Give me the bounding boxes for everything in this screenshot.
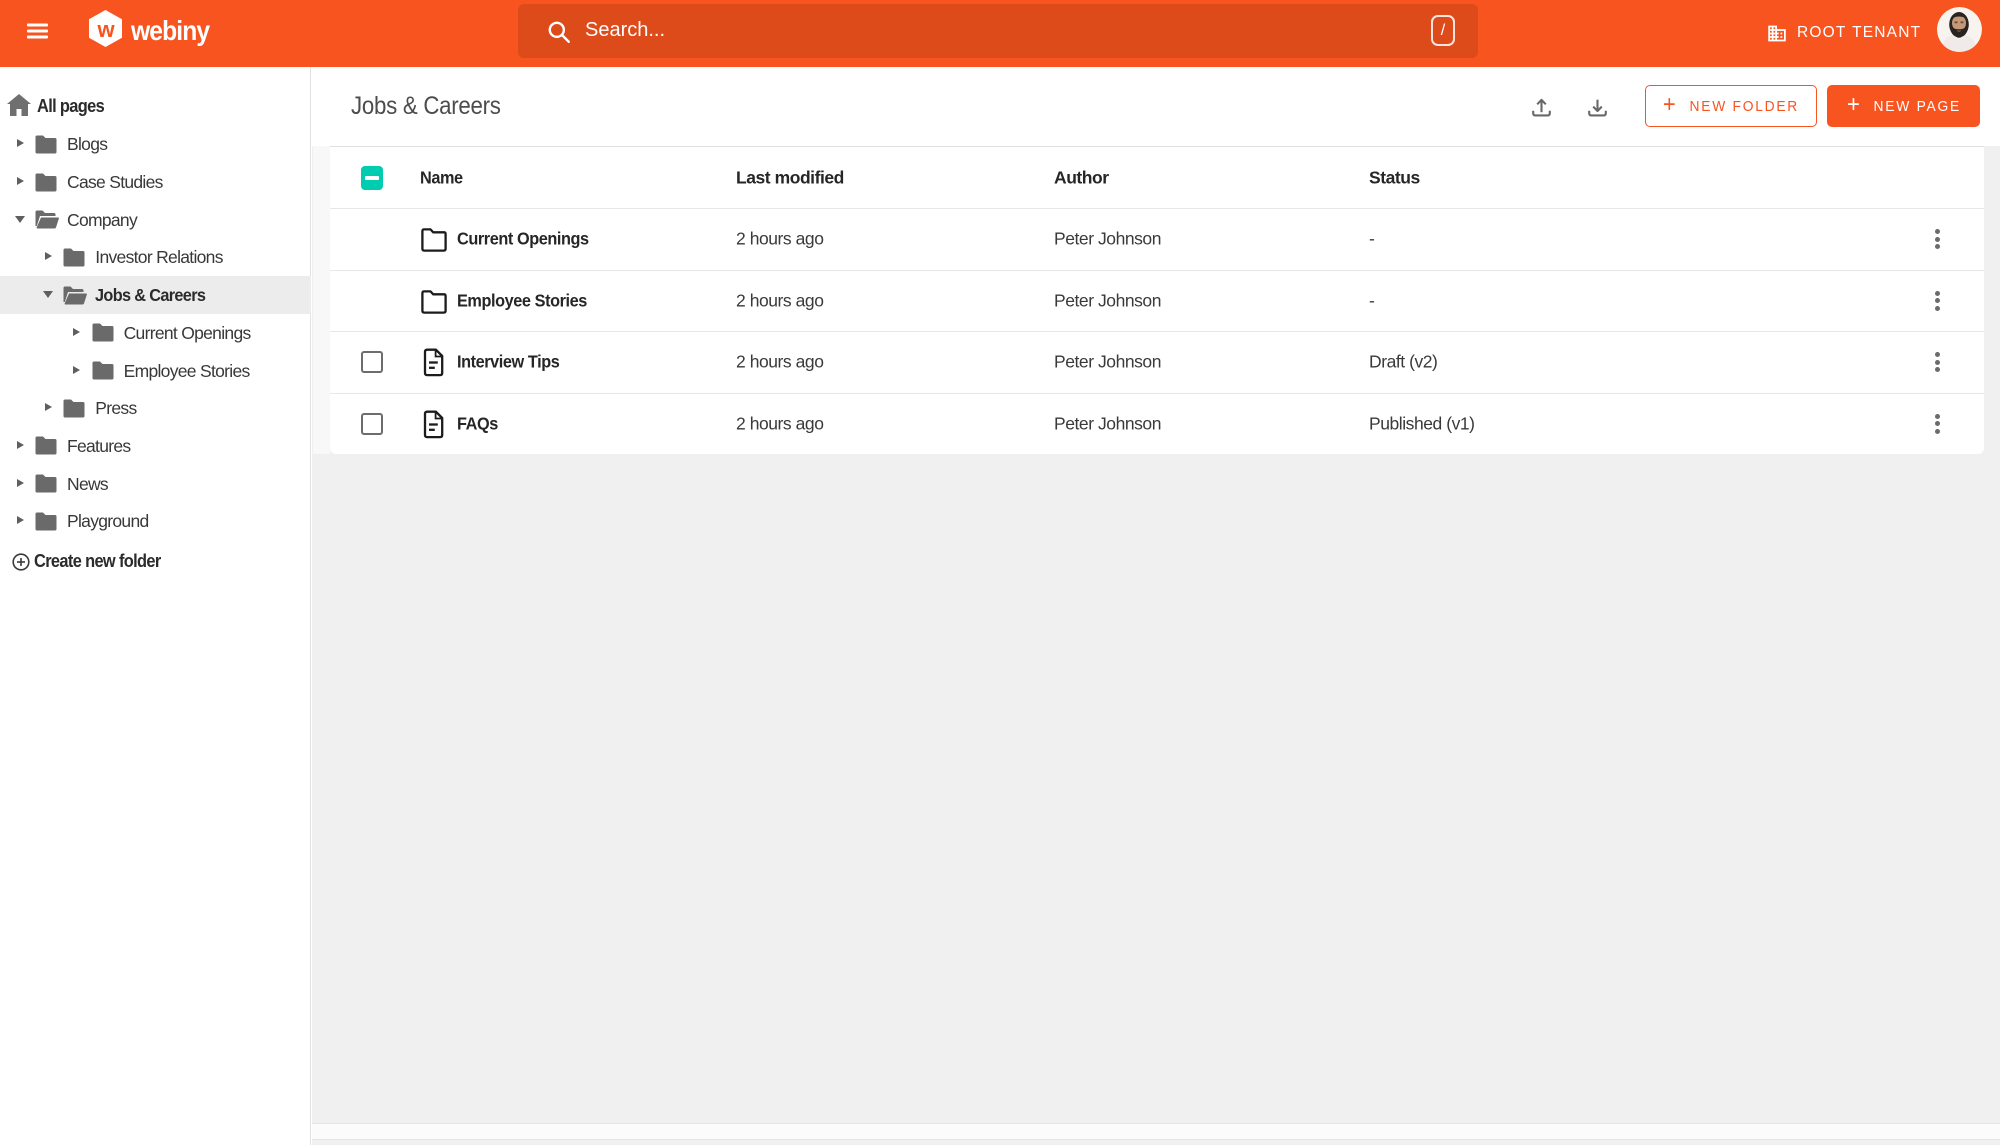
- svg-text:w: w: [96, 17, 115, 42]
